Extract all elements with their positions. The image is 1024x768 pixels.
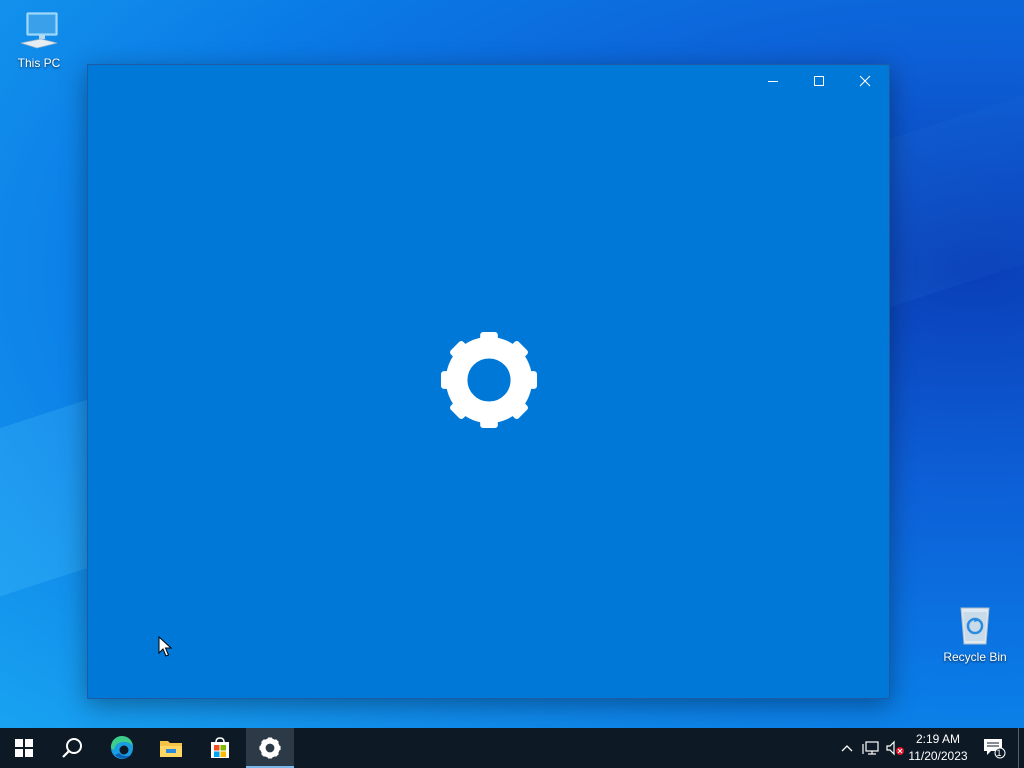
taskbar: 2:19 AM 11/20/2023 1 — [0, 728, 1024, 768]
windows-logo-icon — [15, 739, 33, 757]
maximize-button[interactable] — [796, 65, 842, 97]
start-button[interactable] — [0, 728, 48, 768]
show-hidden-icons-button[interactable] — [837, 728, 857, 768]
search-icon — [62, 738, 82, 758]
store-icon — [211, 737, 229, 758]
chevron-up-icon — [841, 745, 853, 752]
volume-button[interactable] — [883, 728, 907, 768]
edge-button[interactable] — [98, 728, 146, 768]
file-explorer-button[interactable] — [147, 728, 195, 768]
close-icon — [859, 75, 871, 87]
maximize-icon — [814, 76, 824, 86]
mouse-cursor-icon — [158, 636, 172, 657]
desktop-icon-label: Recycle Bin — [943, 650, 1007, 664]
minimize-icon — [768, 81, 778, 82]
clock-date: 11/20/2023 — [908, 749, 968, 763]
notification-count-badge: 1 — [996, 748, 1002, 758]
settings-window[interactable] — [87, 64, 890, 699]
action-center-button[interactable]: 1 — [979, 728, 1009, 768]
folder-icon — [160, 741, 182, 757]
store-button[interactable] — [196, 728, 244, 768]
desktop-icon-recycle-bin[interactable]: Recycle Bin — [940, 602, 1010, 664]
recycle-bin-icon — [960, 607, 990, 645]
search-button[interactable] — [48, 728, 96, 768]
volume-muted-icon — [886, 740, 904, 756]
show-desktop-button[interactable] — [1018, 728, 1024, 768]
network-icon — [862, 741, 879, 755]
gear-icon — [259, 737, 281, 759]
desktop-icon-this-pc[interactable]: This PC — [4, 10, 74, 70]
gear-icon — [440, 331, 538, 429]
this-pc-icon — [20, 12, 58, 49]
minimize-button[interactable] — [750, 65, 796, 97]
desktop-icon-label: This PC — [17, 56, 61, 70]
taskbar-clock[interactable]: 2:19 AM 11/20/2023 — [905, 728, 971, 768]
close-button[interactable] — [842, 65, 888, 97]
clock-time: 2:19 AM — [915, 732, 961, 746]
network-button[interactable] — [859, 728, 883, 768]
edge-icon — [110, 735, 133, 759]
settings-taskbar-button[interactable] — [246, 728, 294, 768]
